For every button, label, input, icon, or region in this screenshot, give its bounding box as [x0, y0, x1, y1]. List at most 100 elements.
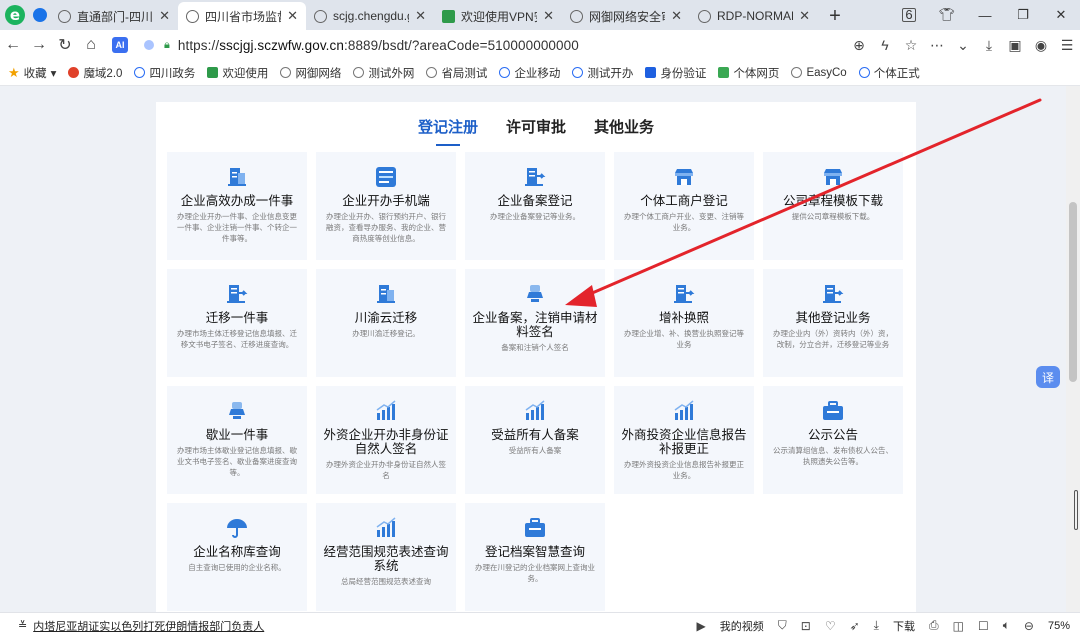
shop-icon	[620, 166, 748, 188]
more-icon[interactable]: ⋯	[924, 37, 950, 54]
bookmark-item[interactable]: 欢迎使用	[207, 65, 268, 81]
service-card[interactable]: 受益所有人备案 受益所有人备案	[465, 386, 605, 494]
bookmark-item[interactable]: 企业移动	[499, 65, 560, 81]
zoom-search-icon[interactable]: ⊕	[846, 37, 872, 54]
close-icon[interactable]: ✕	[159, 8, 170, 24]
star-icon[interactable]: ☆	[898, 37, 924, 54]
bookmark-favorites[interactable]: ★ 收藏 ▾	[8, 65, 56, 81]
tab-5[interactable]: RDP-NORMAL- ✕	[690, 2, 818, 30]
service-card[interactable]: 个体工商户登记 办理个体工商户开业、变更、注销等业务。	[614, 152, 754, 260]
sound-icon[interactable]: 🔈︎	[1003, 618, 1010, 633]
reload-button[interactable]: ↻	[52, 35, 78, 55]
service-card[interactable]: 川渝云迁移 办理川渝迁移登记。	[316, 269, 456, 377]
download-icon[interactable]: ⤓	[976, 37, 1002, 54]
rocket-icon[interactable]: ➶	[850, 619, 860, 633]
bookmark-item[interactable]: 魔域2.0	[68, 65, 122, 81]
zoom-level[interactable]: 75%	[1048, 620, 1070, 632]
restore-button[interactable]: ❐	[1004, 7, 1042, 23]
new-tab-button[interactable]: +	[818, 2, 852, 30]
tab-0[interactable]: 直通部门-四川政 ✕	[50, 2, 178, 30]
service-card[interactable]: 企业开办手机端 办理企业开办、银行预约开户、银行融资，查看导办服务、我的企业、营商…	[316, 152, 456, 260]
service-card[interactable]: 迁移一件事 办理市场主体迁移登记信息填报、迁移文书电子签名、迁移进度查询。	[167, 269, 307, 377]
bookmark-item[interactable]: 身份验证	[645, 65, 706, 81]
screenshot-icon[interactable]: ◫	[953, 619, 964, 633]
home-button[interactable]: ⌂	[78, 36, 104, 54]
bookmark-item[interactable]: 四川政务	[134, 65, 195, 81]
service-card[interactable]: 增补换照 办理企业增、补、换营业执照登记等业务	[614, 269, 754, 377]
image-icon[interactable]: ⊡	[801, 619, 811, 633]
zoom-icon[interactable]: ⊖	[1024, 619, 1034, 633]
service-card[interactable]: 登记档案智慧查询 办理在川登记的企业档案网上查询业务。	[465, 503, 605, 611]
bookmark-item[interactable]: 个体正式	[858, 65, 920, 81]
service-card[interactable]: 歇业一件事 办理市场主体歇业登记信息填报、歇业文书电子签名、歇业备案进度查询等。	[167, 386, 307, 494]
tab-2[interactable]: scjg.chengdu.g ✕	[306, 2, 434, 30]
minimize-button[interactable]: —	[966, 8, 1004, 23]
bookmark-item[interactable]: 省局测试	[426, 65, 487, 81]
tab-count-badge[interactable]: 6	[902, 8, 916, 22]
briefcase-icon[interactable]: ▣	[1002, 37, 1028, 54]
tab-other-business[interactable]: 其他业务	[594, 116, 654, 143]
heart-icon[interactable]: ♡	[825, 619, 836, 633]
service-card[interactable]: 企业高效办成一件事 办理企业开办一件事、企业信息变更一件事、企业注销一件事、个转企…	[167, 152, 307, 260]
service-desc: 公示清算组信息、发布债权人公告、执照遗失公告等。	[773, 446, 893, 466]
tab-nav-icon[interactable]	[30, 0, 50, 30]
address-bar: ← → ↻ ⌂ AI 🔒︎ https://sscjgj.sczwfw.gov.…	[0, 30, 1080, 60]
scrollbar-thumb[interactable]	[1069, 202, 1077, 382]
service-card[interactable]: 企业备案登记 办理企业备案登记等业务。	[465, 152, 605, 260]
bookmark-item[interactable]: 测试外网	[353, 65, 414, 81]
bookmark-favicon-icon	[134, 67, 146, 78]
service-name: 公司章程模板下载	[782, 194, 883, 208]
download-icon[interactable]: ⤓	[874, 618, 879, 633]
url-input[interactable]: 🔒︎ https://sscjgj.sczwfw.gov.cn:8889/bsd…	[136, 33, 846, 57]
service-card[interactable]: 其他登记业务 办理企业内（外）资转内（外）资，改制，分立合并，迁移登记等业务	[763, 269, 903, 377]
bookmark-label: 测试开办	[587, 67, 634, 80]
chevron-down-icon[interactable]: ≚	[18, 619, 27, 632]
bookmark-item[interactable]: 测试开办	[572, 65, 633, 81]
site-info-icon[interactable]	[144, 40, 154, 50]
video-icon[interactable]: ▶	[697, 619, 706, 633]
vertical-scrollbar[interactable]	[1066, 86, 1080, 612]
my-video-link[interactable]: 我的视频	[720, 618, 764, 634]
bookmark-item[interactable]: EasyCo	[791, 67, 847, 79]
forward-button[interactable]: →	[26, 36, 52, 54]
lightning-icon[interactable]: ϟ	[872, 37, 898, 53]
news-ticker[interactable]: ≚ 内塔尼亚胡证实以色列打死伊朗情报部门负责人	[0, 618, 264, 634]
tab-licensing[interactable]: 许可审批	[506, 116, 566, 143]
printer-icon[interactable]: ⎙	[929, 618, 939, 633]
news-text[interactable]: 内塔尼亚胡证实以色列打死伊朗情报部门负责人	[33, 618, 264, 634]
translate-button[interactable]: 译	[1036, 366, 1060, 388]
tab-3[interactable]: 欢迎使用VPN安 ✕	[434, 2, 562, 30]
service-card[interactable]: 公司章程模板下载 提供公司章程模板下载。	[763, 152, 903, 260]
service-card[interactable]: 公示公告 公示清算组信息、发布债权人公告、执照遗失公告等。	[763, 386, 903, 494]
sidebar-handle[interactable]	[1074, 490, 1078, 530]
bookmark-item[interactable]: 个体网页	[718, 65, 779, 81]
service-card[interactable]: 经营范围规范表述查询系统 总局经营范围规范表述查询	[316, 503, 456, 611]
service-card[interactable]: 企业备案，注销申请材料签名 备案和注销个人签名	[465, 269, 605, 377]
extension-icon[interactable]: ◉	[1028, 37, 1054, 54]
menu-icon[interactable]: ☰	[1054, 37, 1080, 54]
browser-logo[interactable]: e	[0, 0, 30, 30]
tab-1[interactable]: 四川省市场监督 ✕	[178, 2, 306, 30]
download-label[interactable]: 下载	[893, 618, 915, 634]
bookmark-item[interactable]: 网御网络	[280, 65, 341, 81]
shield-icon[interactable]: ⛉	[778, 618, 787, 633]
service-card[interactable]: 企业名称库查询 自主查询已使用的企业名称。	[167, 503, 307, 611]
chevron-down-icon[interactable]: ⌄	[950, 37, 976, 54]
chart-icon	[322, 400, 450, 422]
close-window-button[interactable]: ✕	[1042, 7, 1080, 23]
window-icon[interactable]: ☐	[978, 619, 989, 633]
shirt-icon[interactable]: 👕︎	[928, 7, 966, 23]
close-icon[interactable]: ✕	[671, 8, 682, 24]
service-card[interactable]: 外商投资企业信息报告补报更正 办理外资投资企业信息报告补报更正业务。	[614, 386, 754, 494]
tab-4[interactable]: 网御网络安全审 ✕	[562, 2, 690, 30]
close-icon[interactable]: ✕	[543, 8, 554, 24]
chart-icon	[471, 400, 599, 422]
back-button[interactable]: ←	[0, 36, 26, 54]
service-card[interactable]: 外资企业开办非身份证自然人签名 办理外资企业开办非身份证自然人签名	[316, 386, 456, 494]
close-icon[interactable]: ✕	[287, 8, 298, 24]
ai-icon[interactable]: AI	[112, 37, 128, 53]
globe-icon	[791, 67, 803, 78]
tab-registration[interactable]: 登记注册	[418, 116, 478, 146]
close-icon[interactable]: ✕	[415, 8, 426, 24]
close-icon[interactable]: ✕	[799, 8, 810, 24]
